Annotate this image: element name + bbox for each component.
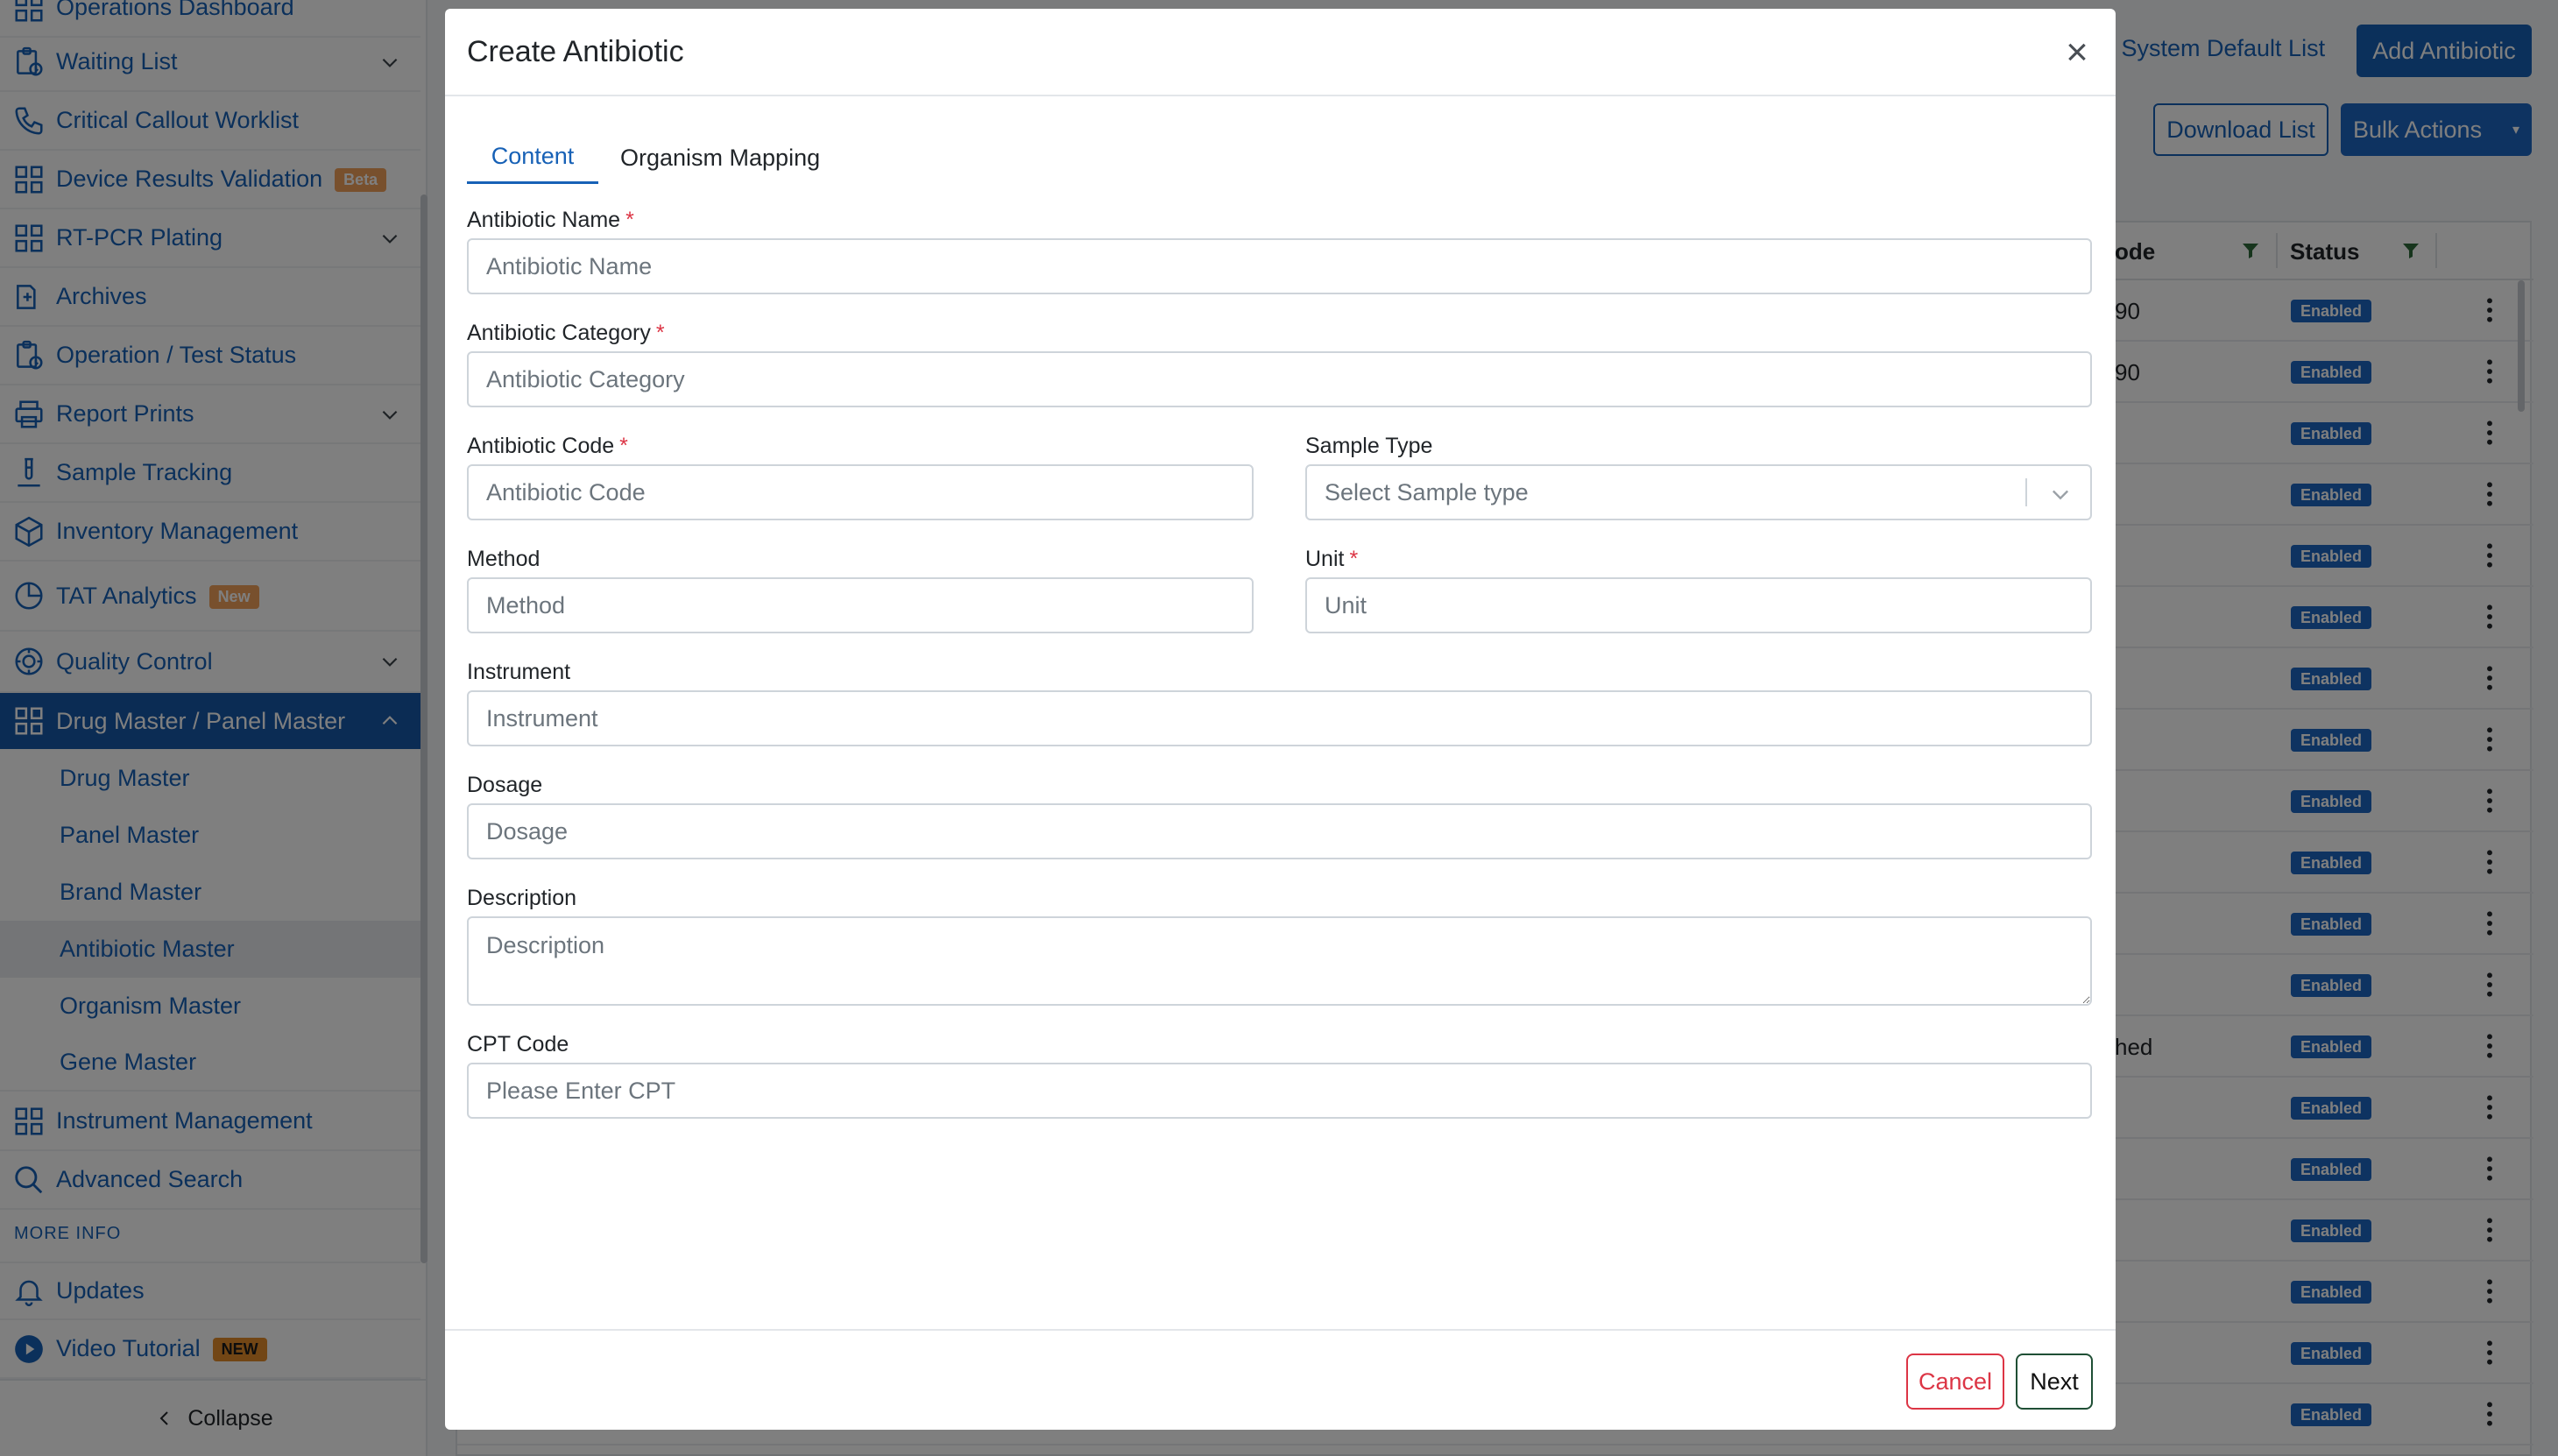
- instrument-label: Instrument: [467, 660, 571, 684]
- antibiotic-code-input[interactable]: [467, 464, 1254, 520]
- method-label: Method: [467, 547, 541, 571]
- sample-type-select[interactable]: Select Sample type: [1305, 464, 2092, 520]
- method-input[interactable]: [467, 577, 1254, 633]
- tab-content[interactable]: Content: [467, 131, 598, 184]
- select-divider: [2025, 478, 2027, 506]
- modal-footer: [445, 1329, 2116, 1430]
- modal-header: Create Antibiotic ×: [445, 9, 2116, 96]
- cpt-code-label: CPT Code: [467, 1032, 569, 1057]
- chevron-down-icon: [2053, 490, 2068, 500]
- instrument-input[interactable]: [467, 690, 2092, 746]
- unit-label: Unit *: [1305, 547, 1359, 571]
- modal-title: Create Antibiotic: [467, 35, 684, 68]
- cpt-code-input[interactable]: [467, 1063, 2092, 1119]
- close-icon[interactable]: ×: [2058, 33, 2096, 72]
- sample-type-label: Sample Type: [1305, 434, 1433, 458]
- description-label: Description: [467, 886, 577, 910]
- antibiotic-name-label: Antibiotic Name *: [467, 208, 634, 232]
- dosage-input[interactable]: [467, 803, 2092, 859]
- next-button[interactable]: Next: [2016, 1354, 2093, 1410]
- create-antibiotic-modal: Create Antibiotic × Content Organism Map…: [445, 9, 2116, 1430]
- required-mark: *: [619, 434, 628, 458]
- antibiotic-code-label: Antibiotic Code *: [467, 434, 628, 458]
- antibiotic-category-label: Antibiotic Category *: [467, 321, 665, 345]
- cancel-button[interactable]: Cancel: [1906, 1354, 2004, 1410]
- required-mark: *: [625, 208, 634, 232]
- tab-organism-mapping[interactable]: Organism Mapping: [620, 131, 820, 184]
- antibiotic-category-input[interactable]: [467, 351, 2092, 407]
- antibiotic-name-input[interactable]: [467, 238, 2092, 294]
- dosage-label: Dosage: [467, 773, 543, 797]
- description-textarea[interactable]: [467, 916, 2092, 1006]
- unit-input[interactable]: [1305, 577, 2092, 633]
- required-mark: *: [655, 321, 665, 345]
- required-mark: *: [1349, 547, 1359, 571]
